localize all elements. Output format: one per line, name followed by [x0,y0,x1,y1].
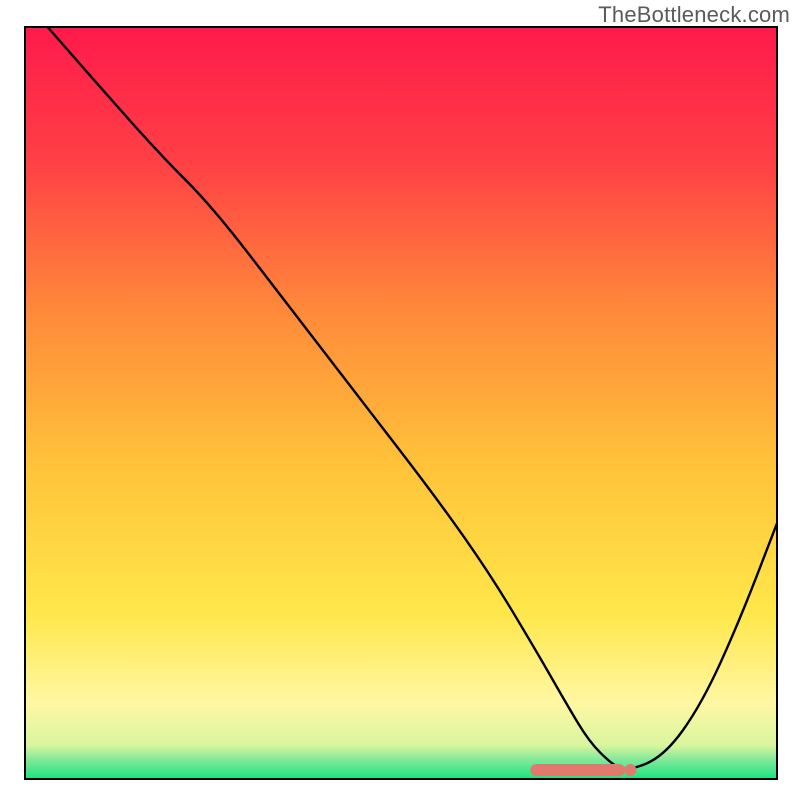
watermark-text: TheBottleneck.com [598,2,790,28]
gradient-background [25,27,777,779]
bottleneck-chart [0,0,800,800]
chart-stage: TheBottleneck.com [0,0,800,800]
plot-area [25,27,777,779]
optimal-range-marker [536,764,636,776]
